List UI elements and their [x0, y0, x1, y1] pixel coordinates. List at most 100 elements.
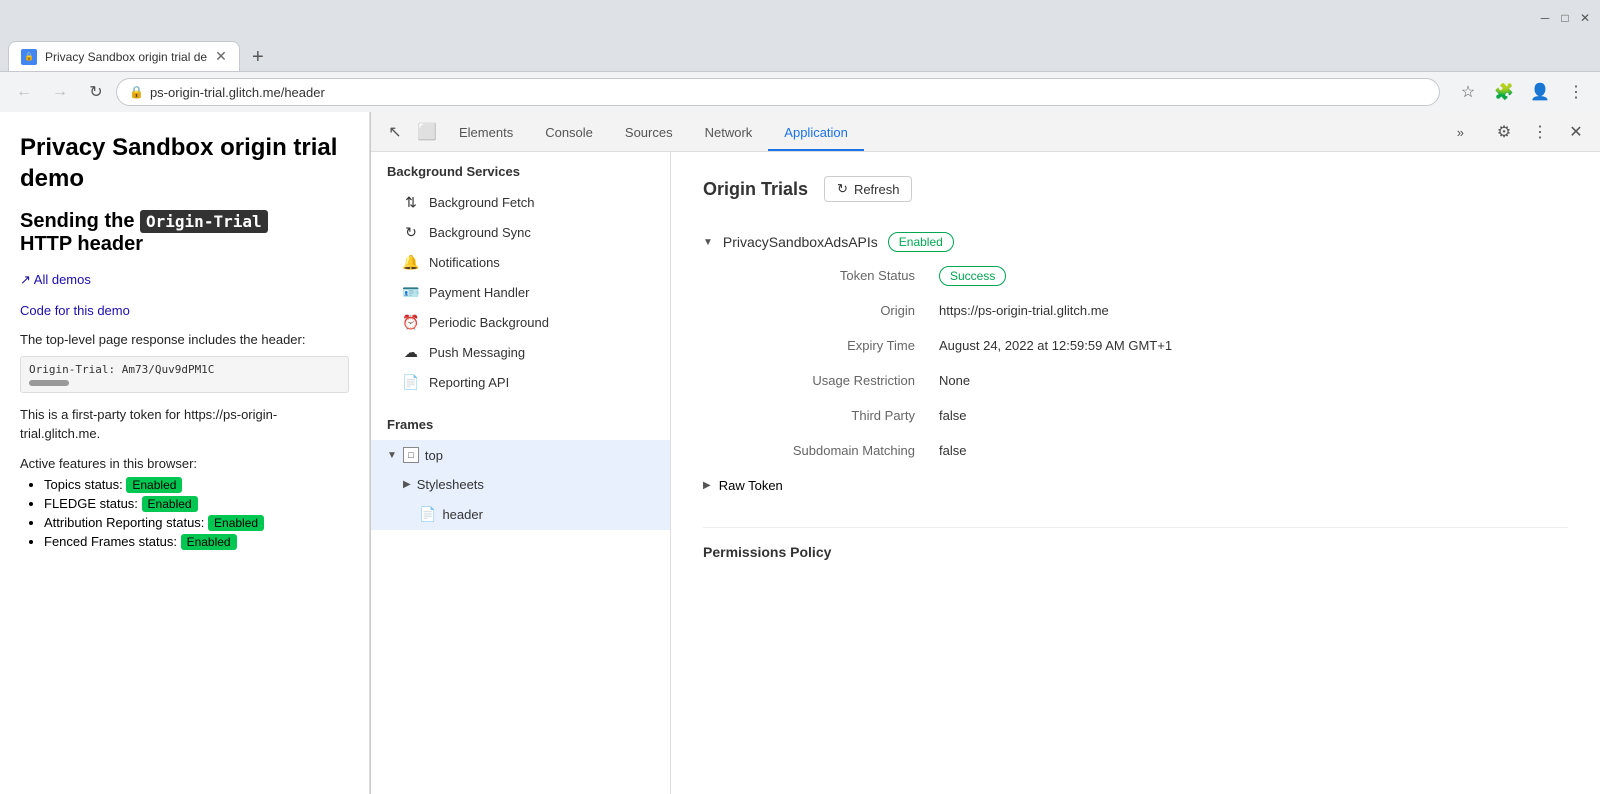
- cursor-icon[interactable]: ↖: [379, 116, 411, 148]
- sidebar-label-bg-fetch: Background Fetch: [429, 195, 535, 210]
- code-scrollbar[interactable]: [29, 380, 69, 386]
- tab-sources[interactable]: Sources: [609, 115, 689, 151]
- new-tab-button[interactable]: +: [244, 43, 272, 71]
- subtitle-suffix: HTTP header: [20, 233, 143, 255]
- attribution-badge: Enabled: [208, 515, 264, 531]
- usage-restriction-value: None: [927, 363, 1592, 398]
- subdomain-label: Subdomain Matching: [727, 433, 927, 468]
- sidebar-label-periodic-bg: Periodic Background: [429, 315, 549, 330]
- bg-sync-icon: ↻: [403, 224, 419, 240]
- sidebar-label-bg-sync: Background Sync: [429, 225, 531, 240]
- sidebar-item-bg-sync[interactable]: ↻ Background Sync: [371, 217, 670, 247]
- refresh-origin-trials-button[interactable]: ↻ Refresh: [824, 176, 912, 202]
- minimize-button[interactable]: ─: [1538, 11, 1552, 25]
- sidebar-item-reporting-api[interactable]: 📄 Reporting API: [371, 367, 670, 397]
- menu-button[interactable]: ⋮: [1560, 76, 1592, 108]
- webpage-panel: Privacy Sandbox origin trial demo Sendin…: [0, 112, 370, 794]
- token-status-value: Success: [939, 266, 1006, 286]
- trial-name: PrivacySandboxAdsAPIs: [723, 234, 878, 250]
- sidebar-label-payment-handler: Payment Handler: [429, 285, 529, 300]
- profile-button[interactable]: 👤: [1524, 76, 1556, 108]
- raw-token-label: Raw Token: [719, 478, 783, 493]
- refresh-label: Refresh: [854, 182, 900, 197]
- origin-trials-title: Origin Trials: [703, 179, 808, 200]
- tab-close-button[interactable]: ✕: [215, 48, 227, 65]
- close-devtools-icon[interactable]: ✕: [1560, 116, 1592, 148]
- attribution-label: Attribution Reporting status:: [44, 515, 208, 530]
- tab-title: Privacy Sandbox origin trial de: [45, 50, 207, 64]
- page-title: Privacy Sandbox origin trial demo: [20, 132, 349, 194]
- third-party-row: Third Party false: [727, 398, 1592, 433]
- lock-icon: 🔒: [129, 85, 144, 99]
- token-status-row: Token Status Success: [727, 258, 1592, 293]
- tab-elements[interactable]: Elements: [443, 115, 529, 151]
- nav-icons: ☆ 🧩 👤 ⋮: [1452, 76, 1592, 108]
- devtools-sidebar: Background Services ⇅ Background Fetch ↻…: [371, 152, 671, 794]
- back-button[interactable]: ←: [8, 76, 40, 108]
- fenced-frames-badge: Enabled: [181, 534, 237, 550]
- devtools-right-icons: ⚙ ⋮ ✕: [1488, 116, 1592, 148]
- fledge-badge: Enabled: [142, 496, 198, 512]
- extensions-button[interactable]: 🧩: [1488, 76, 1520, 108]
- topics-badge: Enabled: [126, 477, 182, 493]
- trial-section: ▼ PrivacySandboxAdsAPIs Enabled Token St…: [703, 226, 1568, 503]
- address-bar[interactable]: 🔒 ps-origin-trial.glitch.me/header: [116, 78, 1440, 106]
- tab-application[interactable]: Application: [768, 115, 864, 151]
- payment-handler-icon: 🪪: [403, 284, 419, 300]
- frames-section: Frames ▼ □ top ▶ Stylesheets 📄 heade: [371, 405, 670, 530]
- expiry-label: Expiry Time: [727, 328, 927, 363]
- raw-token-row[interactable]: ▶ Raw Token: [703, 468, 1568, 503]
- forward-button[interactable]: →: [44, 76, 76, 108]
- expiry-row: Expiry Time August 24, 2022 at 12:59:59 …: [727, 328, 1592, 363]
- all-demos-link[interactable]: ↗ All demos: [20, 272, 91, 287]
- devtools-tabs: Elements Console Sources Network Applica…: [443, 112, 1480, 151]
- origin-trials-header: Origin Trials ↻ Refresh: [703, 176, 1568, 202]
- code-link[interactable]: Code for this demo: [20, 303, 130, 318]
- origin-label: Origin: [727, 293, 927, 328]
- push-messaging-icon: ☁: [403, 344, 419, 360]
- top-frame-item[interactable]: ▼ □ top: [371, 440, 670, 470]
- reporting-api-icon: 📄: [403, 374, 419, 390]
- detail-table: Token Status Success Origin https://ps-o…: [727, 258, 1592, 468]
- bookmark-button[interactable]: ☆: [1452, 76, 1484, 108]
- trial-expand-icon[interactable]: ▼: [703, 237, 713, 248]
- fenced-frames-label: Fenced Frames status:: [44, 534, 181, 549]
- trial-status-badge: Enabled: [888, 232, 954, 252]
- stylesheets-arrow[interactable]: ▶: [403, 479, 411, 490]
- usage-restriction-row: Usage Restriction None: [727, 363, 1592, 398]
- header-value-text: Origin-Trial: Am73/Quv9dPM1C: [29, 363, 214, 376]
- more-tabs-button[interactable]: »: [1441, 115, 1480, 151]
- usage-restriction-label: Usage Restriction: [727, 363, 927, 398]
- browser-frame: ─ □ ✕ 🔒 Privacy Sandbox origin trial de …: [0, 0, 1600, 794]
- fledge-label: FLEDGE status:: [44, 496, 142, 511]
- list-item: Attribution Reporting status: Enabled: [44, 515, 349, 530]
- active-features-text: Active features in this browser:: [20, 454, 349, 474]
- periodic-bg-icon: ⏰: [403, 314, 419, 330]
- tab-network[interactable]: Network: [689, 115, 769, 151]
- nav-bar: ← → ↻ 🔒 ps-origin-trial.glitch.me/header…: [0, 72, 1600, 112]
- maximize-button[interactable]: □: [1558, 11, 1572, 25]
- sidebar-item-bg-fetch[interactable]: ⇅ Background Fetch: [371, 187, 670, 217]
- sidebar-item-notifications[interactable]: 🔔 Notifications: [371, 247, 670, 277]
- active-tab[interactable]: 🔒 Privacy Sandbox origin trial de ✕: [8, 41, 240, 71]
- refresh-button[interactable]: ↻: [80, 76, 112, 108]
- main-content: Privacy Sandbox origin trial demo Sendin…: [0, 112, 1600, 794]
- tab-console[interactable]: Console: [529, 115, 609, 151]
- device-icon[interactable]: ⬜: [411, 116, 443, 148]
- raw-token-expand-icon[interactable]: ▶: [703, 480, 711, 491]
- header-file-item[interactable]: 📄 header: [371, 499, 670, 530]
- file-icon: 📄: [419, 506, 436, 523]
- stylesheets-label: Stylesheets: [417, 477, 484, 492]
- top-frame-arrow[interactable]: ▼: [387, 450, 397, 461]
- sidebar-item-push-messaging[interactable]: ☁ Push Messaging: [371, 337, 670, 367]
- sidebar-item-payment-handler[interactable]: 🪪 Payment Handler: [371, 277, 670, 307]
- close-button[interactable]: ✕: [1578, 11, 1592, 25]
- more-options-icon[interactable]: ⋮: [1524, 116, 1556, 148]
- refresh-icon: ↻: [837, 181, 848, 197]
- frame-icon: □: [403, 447, 419, 463]
- settings-icon[interactable]: ⚙: [1488, 116, 1520, 148]
- sidebar-item-periodic-bg[interactable]: ⏰ Periodic Background: [371, 307, 670, 337]
- trial-header[interactable]: ▼ PrivacySandboxAdsAPIs Enabled: [703, 226, 1568, 258]
- stylesheets-item[interactable]: ▶ Stylesheets: [371, 470, 670, 499]
- top-frame-label: top: [425, 448, 443, 463]
